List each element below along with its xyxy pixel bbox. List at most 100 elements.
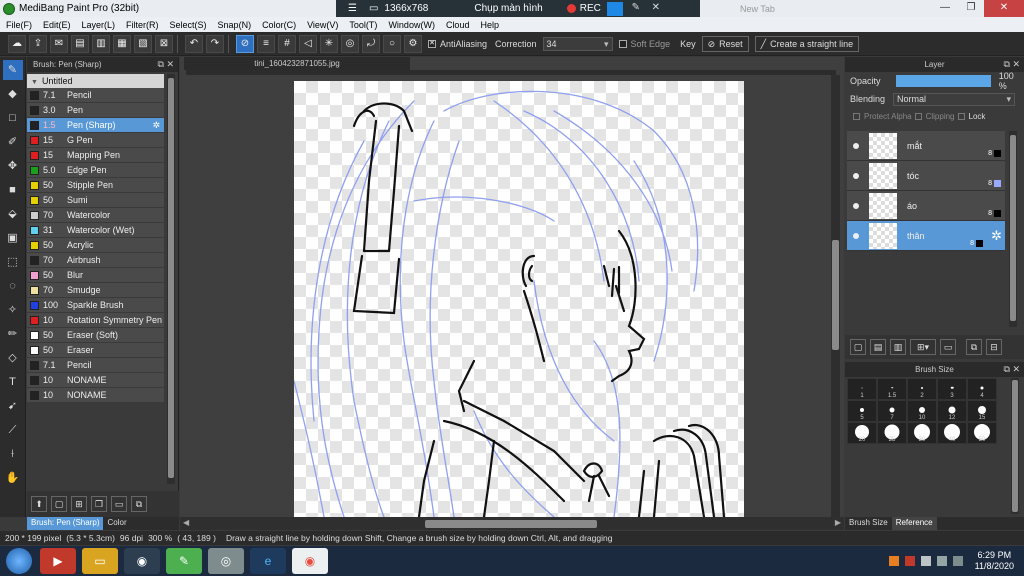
canvas-vscroll-thumb[interactable]	[832, 240, 839, 350]
share-icon[interactable]: ⇪	[29, 34, 47, 53]
brush-item[interactable]: 70 Smudge	[27, 283, 164, 298]
hand-tool-icon[interactable]: ✋	[3, 468, 23, 488]
select-tool-icon[interactable]: ⬚	[3, 252, 23, 272]
brush-size-cell[interactable]: 12	[937, 400, 967, 422]
tab-brush[interactable]: Brush: Pen (Sharp)	[27, 517, 104, 530]
brush-item[interactable]: 7.1 Pencil	[27, 88, 164, 103]
gradient-tool-icon[interactable]: ▣	[3, 228, 23, 248]
brush-item[interactable]: 31 Watercolor (Wet)	[27, 223, 164, 238]
layer-item[interactable]: thân 8 ✲	[847, 221, 1005, 251]
menu-snap[interactable]: Snap(N)	[218, 20, 252, 30]
brush-list-scrollbar[interactable]	[167, 74, 175, 484]
duplicate-layer-icon[interactable]: ⧉	[966, 339, 982, 355]
add-brush-icon[interactable]: ⊞	[71, 496, 87, 512]
brush-item[interactable]: 7.1 Pencil	[27, 358, 164, 373]
brush-size-cell[interactable]: 1.5	[877, 378, 907, 400]
opacity-slider[interactable]	[895, 75, 991, 87]
brush-item[interactable]: 50 Eraser	[27, 343, 164, 358]
save-icon[interactable]: ▤	[71, 34, 89, 53]
canvas-hscroll-thumb[interactable]	[425, 520, 597, 528]
lasso-tool-icon[interactable]: ◌	[3, 276, 23, 296]
canvas-vertical-scrollbar[interactable]	[831, 75, 840, 517]
cross-snap-icon[interactable]: #	[278, 34, 296, 53]
menu-edit[interactable]: Edit(E)	[43, 20, 71, 30]
layer-item[interactable]: tóc 8	[847, 161, 1005, 191]
layer-list-scroll-thumb[interactable]	[1010, 135, 1016, 321]
close-icon[interactable]: ✕	[984, 0, 1024, 17]
brush-size-cell[interactable]: 40	[937, 422, 967, 444]
brush-item[interactable]: 70 Airbrush	[27, 253, 164, 268]
menu-file[interactable]: File(F)	[6, 20, 32, 30]
select-eraser-tool-icon[interactable]: ◇	[3, 348, 23, 368]
layer-visibility-icon[interactable]	[853, 232, 859, 239]
soft-edge-checkbox[interactable]	[618, 39, 627, 48]
cloud-icon[interactable]: ☁	[8, 34, 26, 53]
antialiasing-checkbox[interactable]: ✕	[428, 39, 436, 48]
create-straight-line-button[interactable]: ╱ Create a straight line	[754, 35, 860, 52]
brush-cloud-icon[interactable]: ⬆	[31, 496, 47, 512]
tray-flag-icon[interactable]	[936, 556, 947, 566]
size-panel-pin-close-icon[interactable]: ⧉ ✕	[1004, 362, 1020, 377]
minimize-icon[interactable]: —	[932, 0, 958, 17]
brush-size-cell[interactable]: 10	[907, 400, 937, 422]
tray-app-icon[interactable]	[888, 556, 899, 566]
pen-icon[interactable]: ✎	[629, 2, 643, 16]
maximize-icon[interactable]: ❐	[958, 0, 984, 17]
brush-size-cell[interactable]: 5	[847, 400, 877, 422]
concentric-snap-icon[interactable]: ◎	[341, 34, 359, 53]
brush-tool-icon[interactable]: ✎	[2, 60, 23, 80]
menu-select[interactable]: Select(S)	[170, 20, 207, 30]
canvas-horizontal-scrollbar[interactable]: ◀ ▶	[180, 517, 844, 530]
scroll-left-icon[interactable]: ◀	[183, 518, 189, 527]
crop-icon[interactable]: ⊠	[155, 34, 173, 53]
menu-window[interactable]: Window(W)	[388, 20, 435, 30]
brush-size-cell[interactable]: 2	[907, 378, 937, 400]
new-8bit-layer-icon[interactable]: ▥	[890, 339, 906, 355]
layer-settings-gear-icon[interactable]: ✲	[991, 228, 1002, 244]
new-brush-icon[interactable]: ▢	[51, 496, 67, 512]
brush-item[interactable]: 100 Sparkle Brush	[27, 298, 164, 313]
tab-reference[interactable]: Reference	[891, 517, 937, 530]
clipping-checkbox[interactable]	[914, 112, 922, 120]
layer-visibility-icon[interactable]	[853, 172, 859, 179]
medibang-taskbar-icon[interactable]: ✎	[166, 548, 202, 574]
brush-group[interactable]: ▼ Untitled	[27, 74, 164, 88]
brush-item[interactable]: 70 Watercolor	[27, 208, 164, 223]
disc-icon[interactable]: ◎	[208, 548, 244, 574]
recorder-taskbar-icon[interactable]: ◉	[292, 548, 328, 574]
brush-item[interactable]: 15 Mapping Pen	[27, 148, 164, 163]
brush-item[interactable]: 15 G Pen	[27, 133, 164, 148]
brush-item[interactable]: 3.0 Pen	[27, 103, 164, 118]
brush-item[interactable]: 50 Eraser (Soft)	[27, 328, 164, 343]
grid-doc-icon[interactable]: ▦	[113, 34, 131, 53]
circle-snap-icon[interactable]: ○	[383, 34, 401, 53]
eraser-tool-icon[interactable]: ◆	[3, 84, 23, 104]
layer-item[interactable]: áo 8	[847, 191, 1005, 221]
eyedropper-tool-icon[interactable]: ⟊	[3, 444, 23, 464]
new-halftone-layer-icon[interactable]: ▤	[870, 339, 886, 355]
magic-wand-tool-icon[interactable]: ✧	[3, 300, 23, 320]
brush-size-cell[interactable]: 3	[937, 378, 967, 400]
brush-item[interactable]: 50 Blur	[27, 268, 164, 283]
chrome-icon[interactable]: ◉	[124, 548, 160, 574]
redo-icon[interactable]: ↷	[206, 34, 224, 53]
menu-icon[interactable]: ☰	[348, 3, 357, 14]
brush-folder-icon[interactable]: ▭	[111, 496, 127, 512]
camera-icon[interactable]	[606, 1, 623, 16]
text-tool-icon[interactable]: T	[3, 372, 23, 392]
divide-tool-icon[interactable]: ⟋	[3, 420, 23, 440]
tray-network-icon[interactable]	[920, 556, 931, 566]
capture-label[interactable]: Chụp màn hình	[474, 3, 542, 14]
layer-panel-pin-close-icon[interactable]: ⧉ ✕	[1004, 57, 1020, 72]
bucket-tool-icon[interactable]: ⬙	[3, 204, 23, 224]
layer-visibility-icon[interactable]	[853, 202, 859, 209]
brush-size-cell[interactable]: 4	[967, 378, 997, 400]
snap-settings-icon[interactable]: ⚙	[404, 34, 422, 53]
lock-checkbox[interactable]	[957, 112, 965, 120]
internet-explorer-icon[interactable]: e	[250, 548, 286, 574]
rec-button[interactable]: REC	[580, 3, 601, 14]
merge-layer-icon[interactable]: ⊟	[986, 339, 1002, 355]
brush-item[interactable]: 50 Sumi	[27, 193, 164, 208]
copy-brush-icon[interactable]: ❐	[91, 496, 107, 512]
tab-color[interactable]: Color	[103, 517, 130, 530]
